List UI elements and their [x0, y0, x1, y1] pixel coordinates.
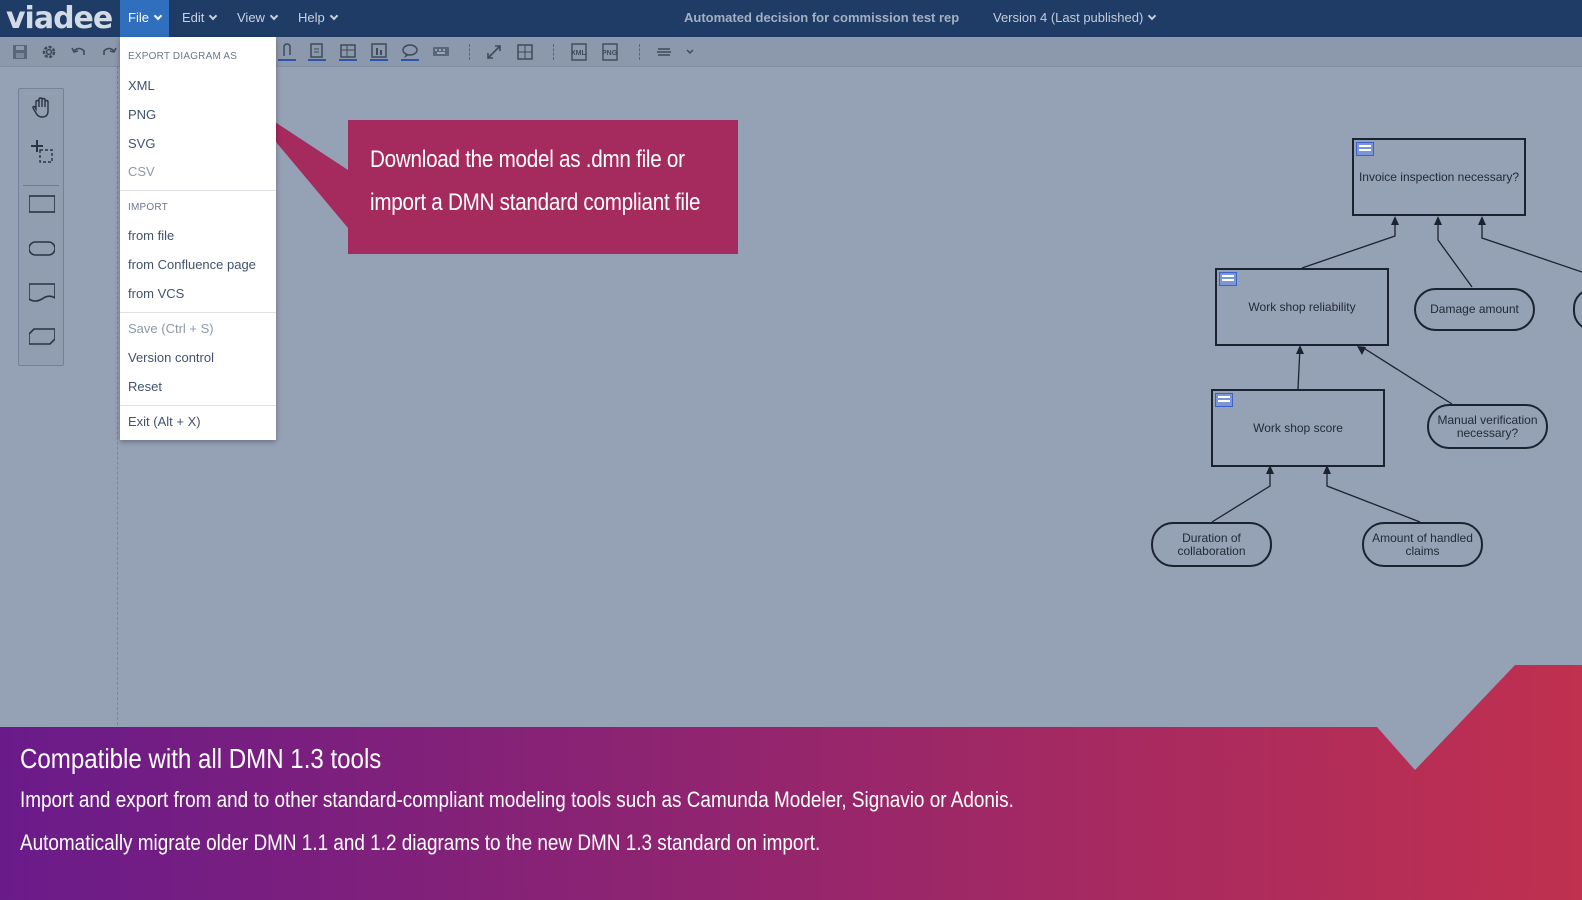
version-selector[interactable]: Version 4 (Last published)	[993, 0, 1157, 36]
arrow-head	[1478, 216, 1486, 225]
requirement-edge	[1326, 467, 1421, 523]
decision-workshop-score[interactable]: Work shop score	[1211, 389, 1385, 467]
menu-item-export-xml[interactable]: XML	[128, 78, 155, 93]
export-section-header: EXPORT DIAGRAM AS	[128, 51, 238, 62]
requirement-edge	[1211, 467, 1271, 523]
requirement-edge	[1297, 346, 1301, 390]
file-dropdown-menu: EXPORT DIAGRAM AS XML PNG SVG CSV IMPORT…	[120, 37, 276, 440]
menu-item-export-svg[interactable]: SVG	[128, 136, 155, 151]
arrow-head	[1357, 346, 1366, 355]
menu-separator	[120, 312, 276, 313]
requirement-edge	[1301, 218, 1396, 269]
menu-item-import-file[interactable]: from file	[128, 228, 174, 243]
menu-item-import-vcs[interactable]: from VCS	[128, 286, 184, 301]
arrow-head	[1391, 216, 1399, 225]
input-damage-amount[interactable]: Damage amount	[1414, 288, 1535, 331]
menu-separator	[120, 405, 276, 406]
callout-line-2: import a DMN standard compliant file	[370, 189, 701, 216]
banner-line-1: Import and export from and to other stan…	[20, 787, 1014, 812]
decision-table-icon	[1356, 142, 1374, 156]
arrow-head	[1296, 345, 1304, 354]
decision-workshop-reliability[interactable]: Work shop reliability	[1215, 268, 1389, 346]
menu-item-import-confluence[interactable]: from Confluence page	[128, 257, 256, 272]
input-amount-handled-claims[interactable]: Amount of handled claims	[1362, 522, 1483, 567]
decision-label: Work shop score	[1253, 420, 1343, 435]
decision-invoice-inspection[interactable]: Invoice inspection necessary?	[1352, 138, 1526, 216]
input-offscreen[interactable]	[1573, 288, 1582, 331]
decision-label: Work shop reliability	[1248, 299, 1356, 314]
callout-line-1: Download the model as .dmn file or	[370, 146, 685, 173]
chevron-down-icon	[1148, 11, 1157, 21]
requirement-edge	[1437, 218, 1473, 288]
input-duration-collaboration[interactable]: Duration of collaboration	[1151, 522, 1272, 567]
requirement-edge	[1481, 218, 1582, 273]
decision-label: Invoice inspection necessary?	[1358, 169, 1520, 184]
input-label: Amount of handled claims	[1372, 530, 1473, 558]
menu-item-export-csv[interactable]: CSV	[128, 164, 155, 179]
business-knowledge-shape-icon[interactable]	[28, 323, 56, 349]
promo-banner: Compatible with all DMN 1.3 tools Import…	[20, 740, 1176, 864]
menu-item-export-png[interactable]: PNG	[128, 107, 156, 122]
import-section-header: IMPORT	[128, 202, 168, 213]
input-manual-verification[interactable]: Manual verification necessary?	[1427, 404, 1548, 449]
menu-item-version-control[interactable]: Version control	[128, 350, 214, 365]
input-label: Duration of collaboration	[1177, 530, 1246, 558]
banner-title: Compatible with all DMN 1.3 tools	[20, 743, 382, 774]
input-label: Damage amount	[1430, 302, 1519, 316]
callout-box: Download the model as .dmn file or impor…	[348, 120, 738, 254]
banner-line-2: Automatically migrate older DMN 1.1 and …	[20, 830, 821, 855]
menu-item-exit[interactable]: Exit (Alt + X)	[128, 414, 201, 429]
menu-separator	[120, 190, 276, 191]
version-label: Version 4 (Last published)	[993, 10, 1144, 25]
arrow-head	[1434, 216, 1442, 225]
decision-table-icon	[1219, 272, 1237, 286]
menu-item-save[interactable]: Save (Ctrl + S)	[128, 321, 214, 336]
menu-item-reset[interactable]: Reset	[128, 379, 162, 394]
input-label: Manual verification necessary?	[1437, 412, 1538, 440]
decision-table-icon	[1215, 393, 1233, 407]
